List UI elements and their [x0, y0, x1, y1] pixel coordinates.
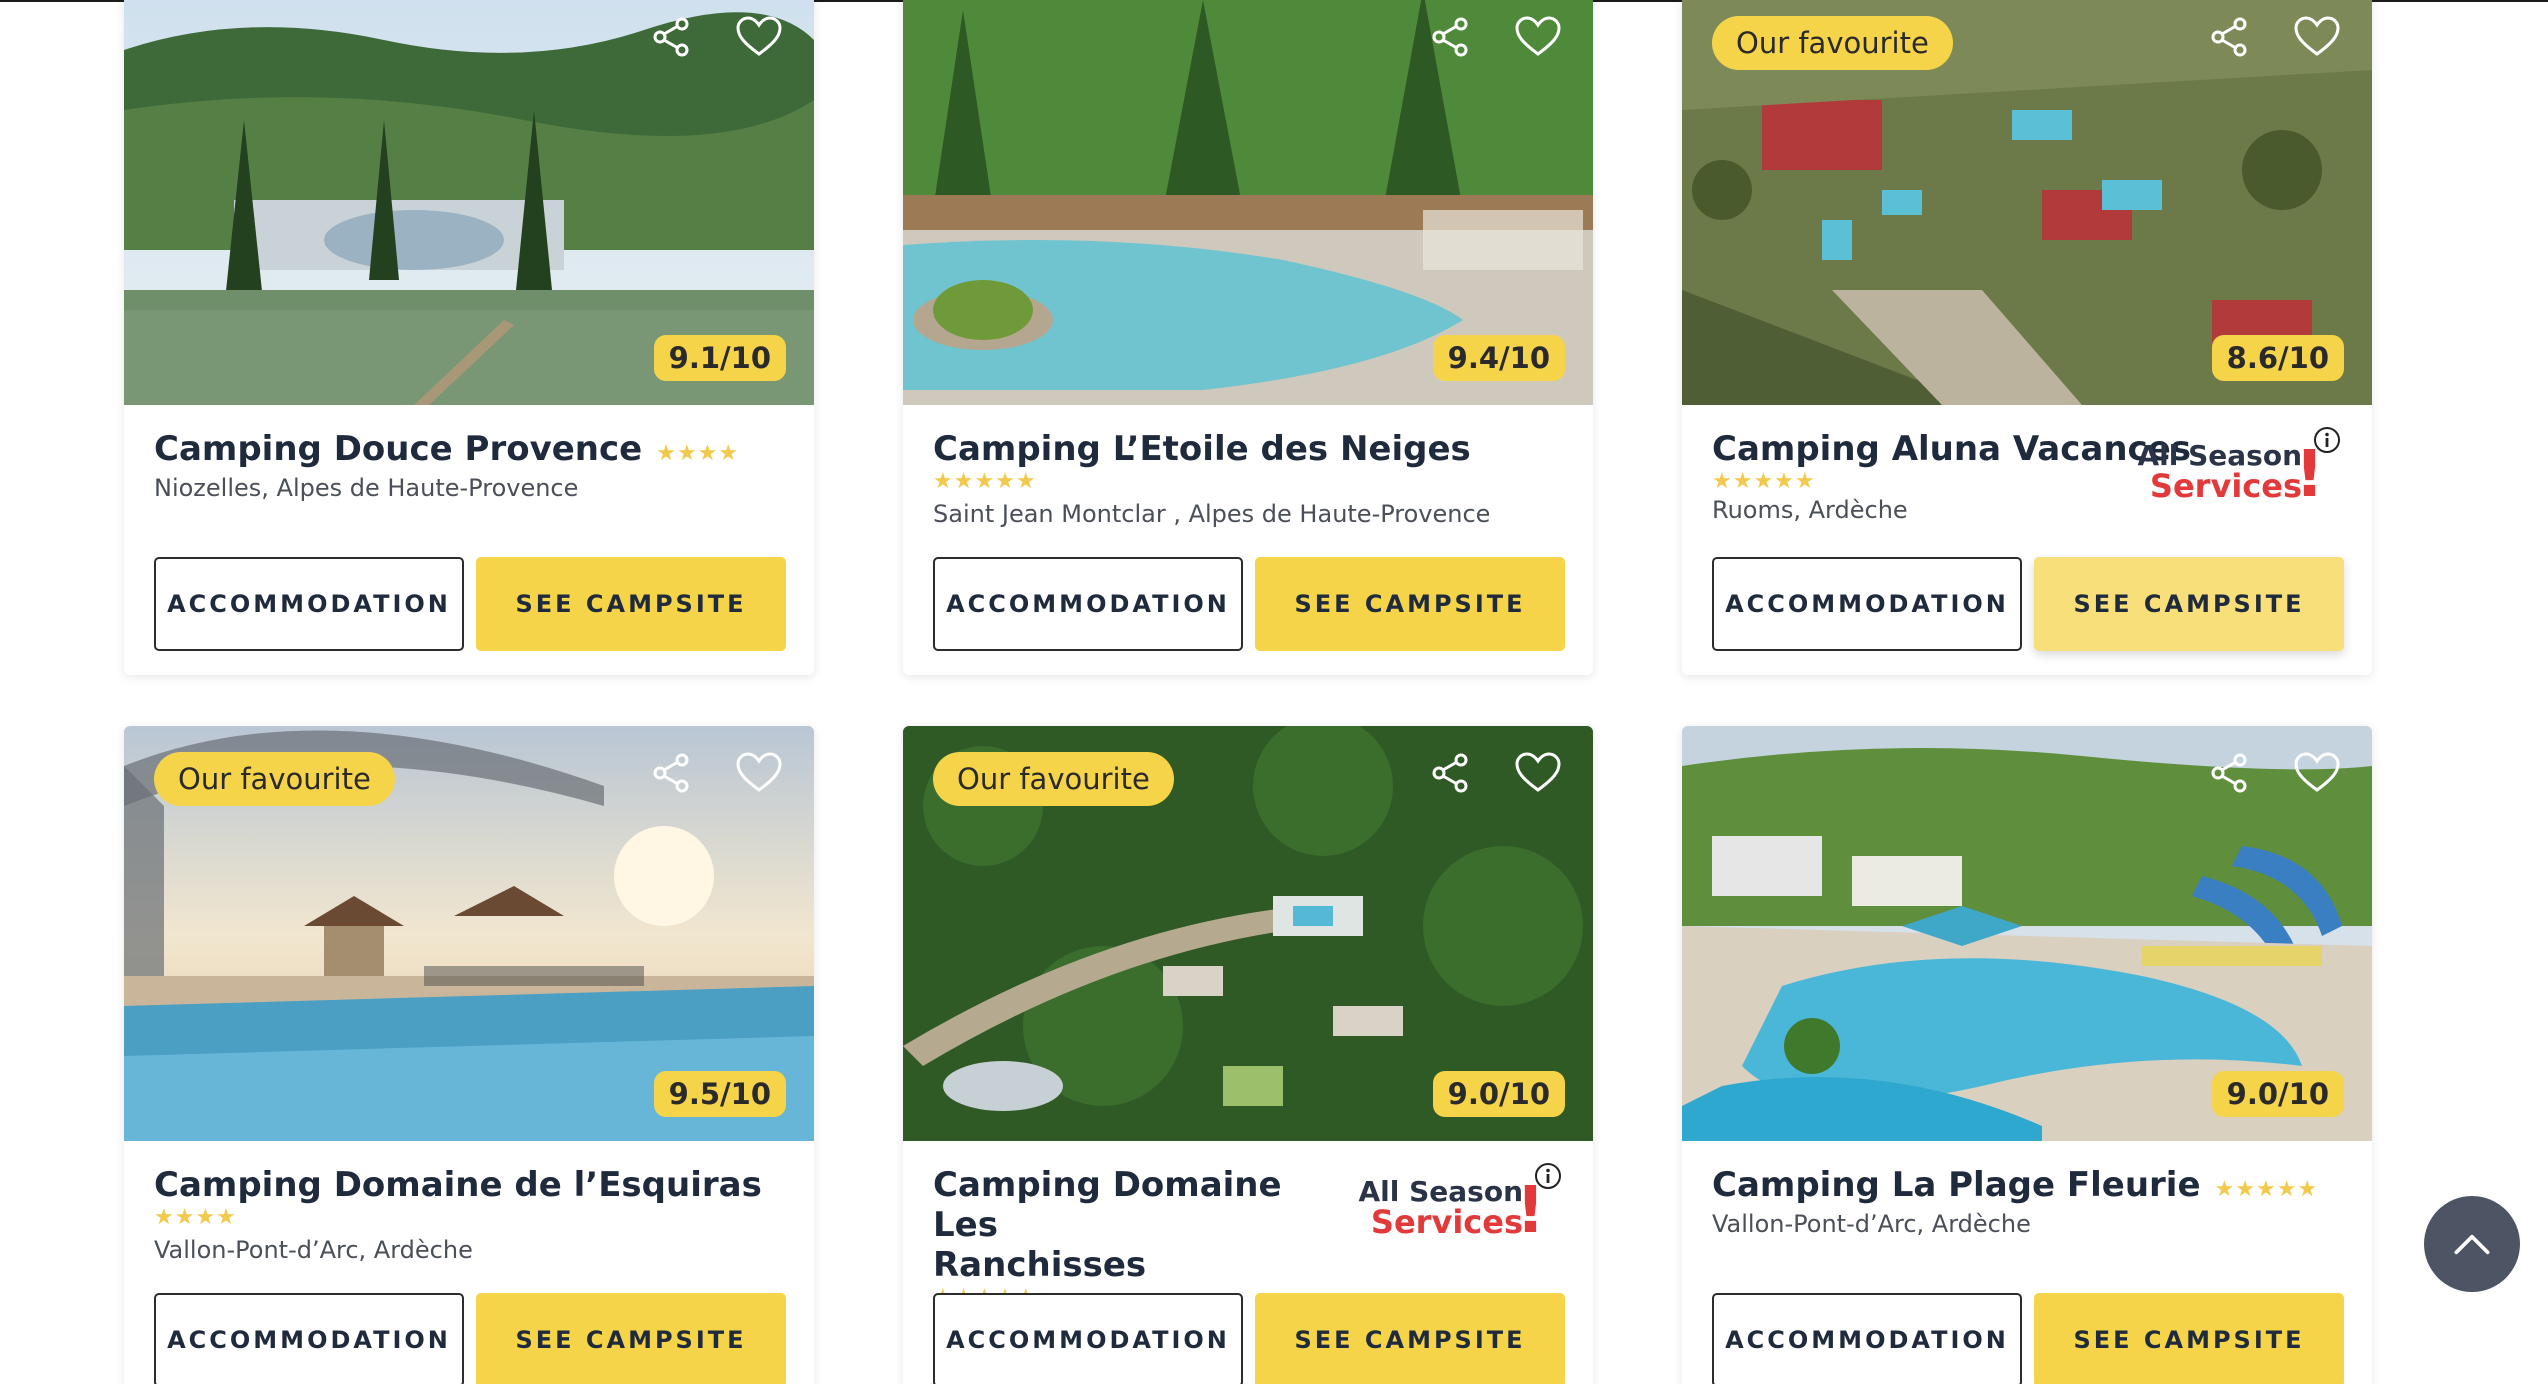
rating-badge: 9.4/10 — [1432, 335, 1565, 381]
campsite-card: Our favourite 9.0/10 Camping Domaine Les… — [903, 726, 1593, 1384]
button-row: ACCOMMODATION SEE CAMPSITE — [933, 1293, 1565, 1384]
accommodation-button[interactable]: ACCOMMODATION — [154, 1293, 464, 1384]
heart-icon[interactable] — [2292, 748, 2342, 798]
campsite-location: Vallon-Pont-d’Arc, Ardèche — [154, 1236, 473, 1264]
button-row: ACCOMMODATION SEE CAMPSITE — [933, 557, 1565, 651]
share-icon[interactable] — [646, 748, 696, 798]
campsite-location: Vallon-Pont-d’Arc, Ardèche — [1712, 1210, 2031, 1238]
title-row: Camping Domaine de l’Esquiras ★★★★ — [154, 1165, 784, 1231]
accommodation-button[interactable]: ACCOMMODATION — [933, 557, 1243, 651]
all-season-services-logo: All Season Services ! — [2137, 438, 2325, 512]
button-row: ACCOMMODATION SEE CAMPSITE — [1712, 557, 2344, 651]
star-rating: ★★★★ — [154, 1205, 237, 1230]
campsite-location: Niozelles, Alpes de Haute-Provence — [154, 474, 579, 502]
rating-badge: 9.0/10 — [1432, 1071, 1565, 1117]
rating-badge: 9.5/10 — [653, 1071, 786, 1117]
heart-icon[interactable] — [2292, 12, 2342, 62]
campsite-title[interactable]: Camping La Plage Fleurie — [1712, 1165, 2201, 1205]
accommodation-button[interactable]: ACCOMMODATION — [1712, 1293, 2022, 1384]
share-icon[interactable] — [1425, 12, 1475, 62]
button-row: ACCOMMODATION SEE CAMPSITE — [154, 1293, 786, 1384]
scroll-to-top-button[interactable] — [2424, 1196, 2520, 1292]
campsite-location: Saint Jean Montclar , Alpes de Haute-Pro… — [933, 500, 1491, 528]
our-favourite-badge: Our favourite — [1712, 16, 1953, 70]
card-body: Camping Domaine de l’Esquiras ★★★★ Vallo… — [124, 1141, 814, 1384]
heart-icon[interactable] — [734, 748, 784, 798]
star-rating: ★★★★★ — [933, 469, 1037, 494]
see-campsite-button[interactable]: SEE CAMPSITE — [1255, 1293, 1565, 1384]
card-body: Camping Douce Provence ★★★★ Niozelles, A… — [124, 405, 814, 675]
heart-icon[interactable] — [1513, 12, 1563, 62]
campsite-title[interactable]: Camping Douce Provence — [154, 429, 642, 469]
campsite-photo[interactable]: 9.1/10 — [124, 0, 814, 405]
share-icon[interactable] — [2204, 12, 2254, 62]
button-row: ACCOMMODATION SEE CAMPSITE — [1712, 1293, 2344, 1384]
card-body: Camping Domaine Les Ranchisses ★★★★★ Cha… — [903, 1141, 1593, 1384]
see-campsite-button[interactable]: SEE CAMPSITE — [1255, 557, 1565, 651]
rating-badge: 9.1/10 — [653, 335, 786, 381]
campsite-photo[interactable]: 9.4/10 — [903, 0, 1593, 405]
all-season-services-logo: All Season Services ! — [1358, 1174, 1546, 1248]
campsite-title[interactable]: Camping Aluna Vacances — [1712, 429, 2191, 469]
card-body: Camping Aluna Vacances ★★★★★ Ruoms, Ardè… — [1682, 405, 2372, 675]
star-rating: ★★★★ — [656, 441, 740, 466]
campsite-photo[interactable]: Our favourite 9.5/10 — [124, 726, 814, 1141]
title-row: Camping L’Etoile des Neiges ★★★★★ — [933, 429, 1563, 495]
see-campsite-button[interactable]: SEE CAMPSITE — [2034, 1293, 2344, 1384]
campsite-card: Our favourite 8.6/10 Camping Aluna Vacan… — [1682, 0, 2372, 675]
see-campsite-button[interactable]: SEE CAMPSITE — [2034, 557, 2344, 651]
heart-icon[interactable] — [734, 12, 784, 62]
info-icon[interactable] — [1533, 1161, 1563, 1191]
page: 9.1/10 Camping Douce Provence ★★★★ Nioze… — [0, 0, 2548, 1384]
campsite-title[interactable]: Camping L’Etoile des Neiges — [933, 429, 1471, 469]
accommodation-button[interactable]: ACCOMMODATION — [1712, 557, 2022, 651]
star-rating: ★★★★★ — [2214, 1177, 2319, 1202]
campsite-photo[interactable]: Our favourite 9.0/10 — [903, 726, 1593, 1141]
card-body: Camping L’Etoile des Neiges ★★★★★ Saint … — [903, 405, 1593, 675]
info-icon[interactable] — [2312, 425, 2342, 455]
title-row: Camping Douce Provence ★★★★ — [154, 429, 784, 469]
our-favourite-badge: Our favourite — [154, 752, 395, 806]
campsite-card: 9.1/10 Camping Douce Provence ★★★★ Nioze… — [124, 0, 814, 675]
campsite-card: 9.0/10 Camping La Plage Fleurie ★★★★★ Va… — [1682, 726, 2372, 1384]
campsite-card: 9.4/10 Camping L’Etoile des Neiges ★★★★★… — [903, 0, 1593, 675]
chevron-up-icon — [2454, 1234, 2490, 1255]
our-favourite-badge: Our favourite — [933, 752, 1174, 806]
title-row: Camping La Plage Fleurie ★★★★★ — [1712, 1165, 2342, 1205]
accommodation-button[interactable]: ACCOMMODATION — [933, 1293, 1243, 1384]
rating-badge: 9.0/10 — [2211, 1071, 2344, 1117]
share-icon[interactable] — [1425, 748, 1475, 798]
button-row: ACCOMMODATION SEE CAMPSITE — [154, 557, 786, 651]
share-icon[interactable] — [646, 12, 696, 62]
campsite-photo[interactable]: 9.0/10 — [1682, 726, 2372, 1141]
campsite-photo[interactable]: Our favourite 8.6/10 — [1682, 0, 2372, 405]
see-campsite-button[interactable]: SEE CAMPSITE — [476, 1293, 786, 1384]
rating-badge: 8.6/10 — [2211, 335, 2344, 381]
campsite-card: Our favourite 9.5/10 Camping Domaine de … — [124, 726, 814, 1384]
card-body: Camping La Plage Fleurie ★★★★★ Vallon-Po… — [1682, 1141, 2372, 1384]
accommodation-button[interactable]: ACCOMMODATION — [154, 557, 464, 651]
heart-icon[interactable] — [1513, 748, 1563, 798]
campsite-title[interactable]: Camping Domaine de l’Esquiras — [154, 1165, 762, 1205]
campsite-title[interactable]: Camping Domaine Les Ranchisses — [933, 1165, 1313, 1285]
share-icon[interactable] — [2204, 748, 2254, 798]
see-campsite-button[interactable]: SEE CAMPSITE — [476, 557, 786, 651]
